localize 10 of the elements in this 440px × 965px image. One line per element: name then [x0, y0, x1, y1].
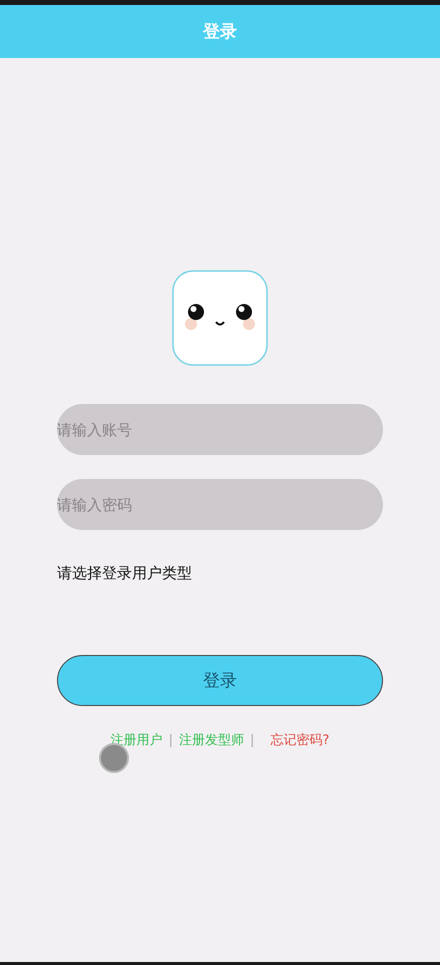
login-button[interactable]: 登录 — [57, 655, 383, 706]
footer-link[interactable]: 忘记密码? — [270, 731, 330, 749]
footer-link[interactable]: 注册发型师 — [179, 731, 244, 749]
link-separator: | — [250, 732, 254, 748]
face-logo-icon — [172, 270, 268, 366]
header-title: 登录 — [203, 21, 237, 43]
link-separator: | — [168, 732, 174, 748]
account-input[interactable]: 请输入账号 — [57, 404, 383, 455]
user-type-label: 请选择登录用户类型 — [57, 564, 192, 583]
password-input[interactable]: 请输入密码 — [57, 479, 383, 530]
